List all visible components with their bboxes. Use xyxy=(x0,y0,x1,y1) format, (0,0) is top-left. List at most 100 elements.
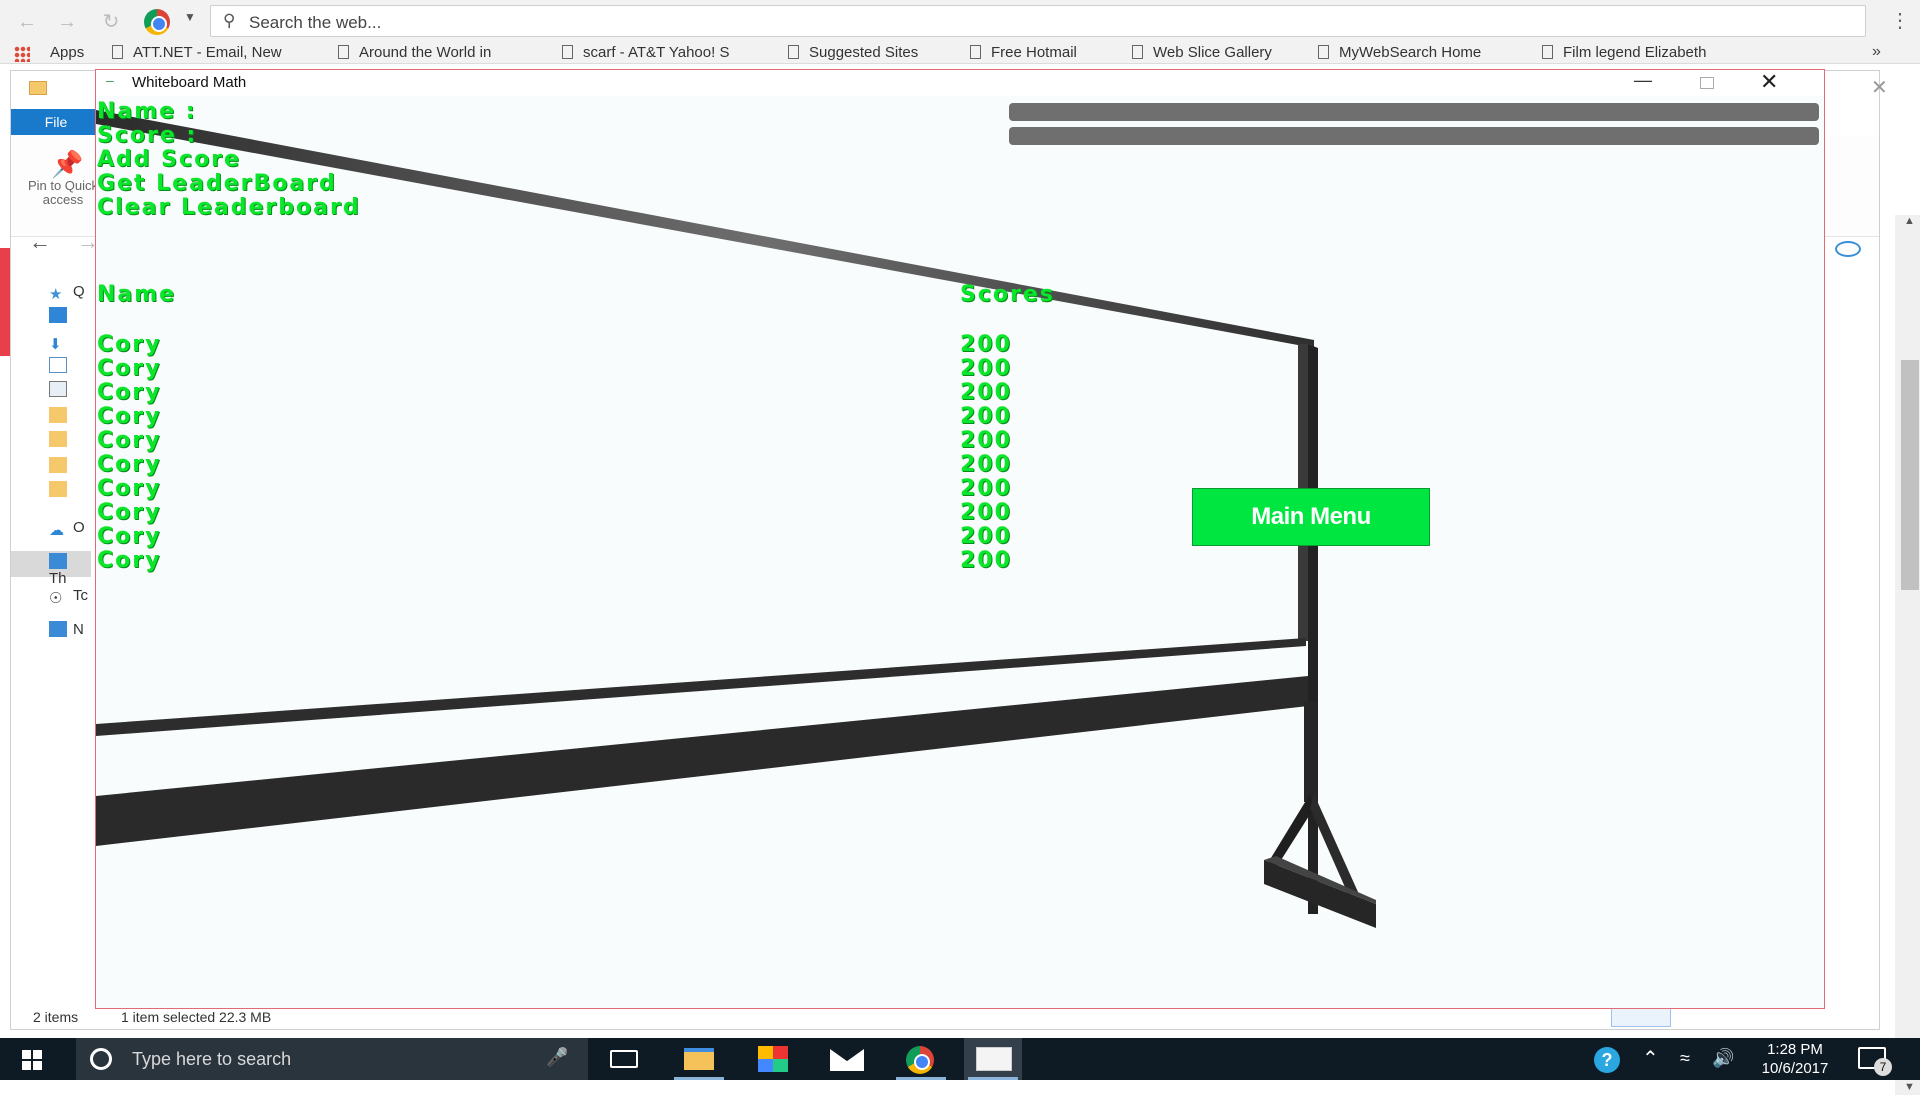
chevron-down-icon[interactable]: ▼ xyxy=(184,10,196,24)
task-view-icon[interactable] xyxy=(610,1050,638,1068)
app-icon: – xyxy=(106,72,114,88)
taskbar-search-box[interactable]: Type here to search 🎤 xyxy=(76,1038,588,1080)
leaderboard-row-score: 200 xyxy=(960,500,1012,525)
nav-label: Tc xyxy=(73,587,88,604)
add-score-button[interactable]: Add Score xyxy=(97,147,241,172)
leaderboard-row-name: Cory xyxy=(97,404,162,429)
page-icon xyxy=(1318,45,1329,59)
get-leaderboard-button[interactable]: Get LeaderBoard xyxy=(97,171,337,196)
pin-icon[interactable]: 📌 xyxy=(51,149,83,180)
score-label: Score : xyxy=(97,123,198,148)
back-arrow-icon[interactable]: ← xyxy=(14,9,40,35)
close-icon[interactable]: ✕ xyxy=(1760,70,1778,95)
kebab-menu-icon[interactable]: ⋮ xyxy=(1890,8,1910,33)
nav-documents[interactable] xyxy=(49,357,89,379)
nav-tc[interactable]: ☉ Tc xyxy=(49,587,89,609)
chrome-logo-icon[interactable] xyxy=(144,9,170,35)
maximize-icon[interactable] xyxy=(1700,77,1714,89)
bookmark-item[interactable]: Web Slice Gallery xyxy=(1132,44,1302,62)
leaderboard-row-score: 200 xyxy=(960,356,1012,381)
search-input[interactable]: ⚲ Search the web... xyxy=(210,5,1866,37)
apps-grid-icon[interactable] xyxy=(14,46,30,62)
wifi-icon[interactable]: ≈ xyxy=(1680,1048,1690,1069)
windows-start-icon[interactable] xyxy=(22,1050,42,1070)
nav-folder[interactable] xyxy=(49,457,89,479)
reload-icon[interactable]: ↻ xyxy=(98,9,124,35)
bookmark-item[interactable]: ATT.NET - Email, New xyxy=(112,44,312,62)
taskbar-paint[interactable] xyxy=(744,1038,802,1080)
bookmark-label: scarf - AT&T Yahoo! S xyxy=(583,44,730,61)
clock-date[interactable]: 10/6/2017 xyxy=(1750,1060,1840,1077)
main-menu-button[interactable]: Main Menu xyxy=(1192,488,1430,546)
more-bookmarks-button[interactable]: » xyxy=(1872,43,1881,61)
bookmark-label: Free Hotmail xyxy=(991,44,1077,61)
bookmark-item[interactable]: MyWebSearch Home xyxy=(1318,44,1518,62)
leaderboard-row-name: Cory xyxy=(97,548,162,573)
whiteboard-math-icon xyxy=(976,1047,1012,1071)
page-icon xyxy=(970,45,981,59)
explorer-scrollbar[interactable]: ▲ ▼ xyxy=(1895,215,1920,1095)
bookmark-apps[interactable]: Apps xyxy=(50,44,84,62)
folder-icon xyxy=(49,457,67,473)
chevron-up-icon[interactable]: ⌃ xyxy=(1642,1046,1659,1071)
bookmark-item[interactable]: Free Hotmail xyxy=(970,44,1120,62)
nav-label: N xyxy=(73,621,84,638)
windows-taskbar: Type here to search 🎤 ? ⌃ ≈ 🔊 1:28 PM 10… xyxy=(0,1038,1920,1080)
pin-quick-access-label: Pin to Quick access xyxy=(27,178,99,207)
eye-icon[interactable] xyxy=(1835,241,1861,257)
paint-icon xyxy=(758,1046,788,1072)
scroll-down-icon[interactable]: ▼ xyxy=(1904,1081,1915,1093)
bookmark-item[interactable]: Around the World in xyxy=(338,44,538,62)
bookmark-item[interactable]: Suggested Sites xyxy=(788,44,958,62)
leaderboard-name-header: Name xyxy=(97,282,177,307)
page-icon xyxy=(788,45,799,59)
view-toggle-buttons[interactable] xyxy=(1611,1007,1671,1027)
leaderboard-row-score: 200 xyxy=(960,404,1012,429)
nav-network[interactable]: N xyxy=(49,621,89,643)
volume-icon[interactable]: 🔊 xyxy=(1712,1048,1734,1069)
window-title: Whiteboard Math xyxy=(132,74,247,91)
minimize-icon[interactable]: — xyxy=(1634,70,1652,91)
nav-folder[interactable] xyxy=(49,431,89,453)
taskbar-search-placeholder: Type here to search xyxy=(132,1049,292,1069)
forward-arrow-icon[interactable]: → xyxy=(54,9,80,35)
scroll-thumb[interactable] xyxy=(1901,360,1919,590)
name-input[interactable] xyxy=(1009,103,1819,121)
leaderboard-row-score: 200 xyxy=(960,380,1012,405)
file-tab[interactable]: File xyxy=(11,109,101,135)
close-icon[interactable]: ✕ xyxy=(1871,75,1888,100)
help-icon[interactable]: ? xyxy=(1594,1047,1620,1073)
nav-onedrive[interactable]: ☁ O xyxy=(49,519,89,541)
whiteboard-math-window: – Whiteboard Math — ✕ Name: Score: Add… xyxy=(95,69,1825,1009)
taskbar-chrome[interactable] xyxy=(892,1038,950,1080)
computer-icon xyxy=(49,553,67,569)
clock-time[interactable]: 1:28 PM xyxy=(1750,1041,1840,1058)
taskbar-file-explorer[interactable] xyxy=(670,1038,728,1080)
bookmark-item[interactable]: Film legend Elizabeth xyxy=(1542,44,1742,62)
desktop-edge-accent xyxy=(0,248,10,356)
leaderboard-row-name: Cory xyxy=(97,356,162,381)
pictures-icon xyxy=(49,381,67,397)
folder-icon xyxy=(49,407,67,423)
taskbar-mail[interactable] xyxy=(818,1038,876,1080)
back-arrow-icon[interactable]: ← xyxy=(29,229,51,255)
leaderboard-row-score: 200 xyxy=(960,476,1012,501)
bookmark-label: Suggested Sites xyxy=(809,44,919,61)
bookmark-item[interactable]: scarf - AT&T Yahoo! S xyxy=(562,44,768,62)
nav-downloads[interactable]: ⬇ xyxy=(49,333,89,355)
scroll-up-icon[interactable]: ▲ xyxy=(1904,215,1915,227)
leaderboard-row-name: Cory xyxy=(97,500,162,525)
bookmarks-bar: Apps ATT.NET - Email, New Around the Wor… xyxy=(0,42,1920,64)
leaderboard-row-name: Cory xyxy=(97,428,162,453)
search-placeholder: Search the web... xyxy=(249,13,382,32)
nav-quick-access[interactable]: ★ Q xyxy=(49,283,89,305)
microphone-icon[interactable]: 🎤 xyxy=(546,1047,568,1068)
nav-folder[interactable] xyxy=(49,407,89,429)
score-input[interactable] xyxy=(1009,127,1819,145)
clear-leaderboard-button[interactable]: Clear Leaderboard xyxy=(97,195,361,220)
nav-folder-synced[interactable] xyxy=(49,481,89,503)
nav-pictures[interactable] xyxy=(49,381,89,403)
nav-desktop[interactable] xyxy=(49,307,89,329)
nav-this-pc[interactable]: Th xyxy=(49,553,89,587)
taskbar-whiteboard-math[interactable] xyxy=(964,1038,1022,1080)
